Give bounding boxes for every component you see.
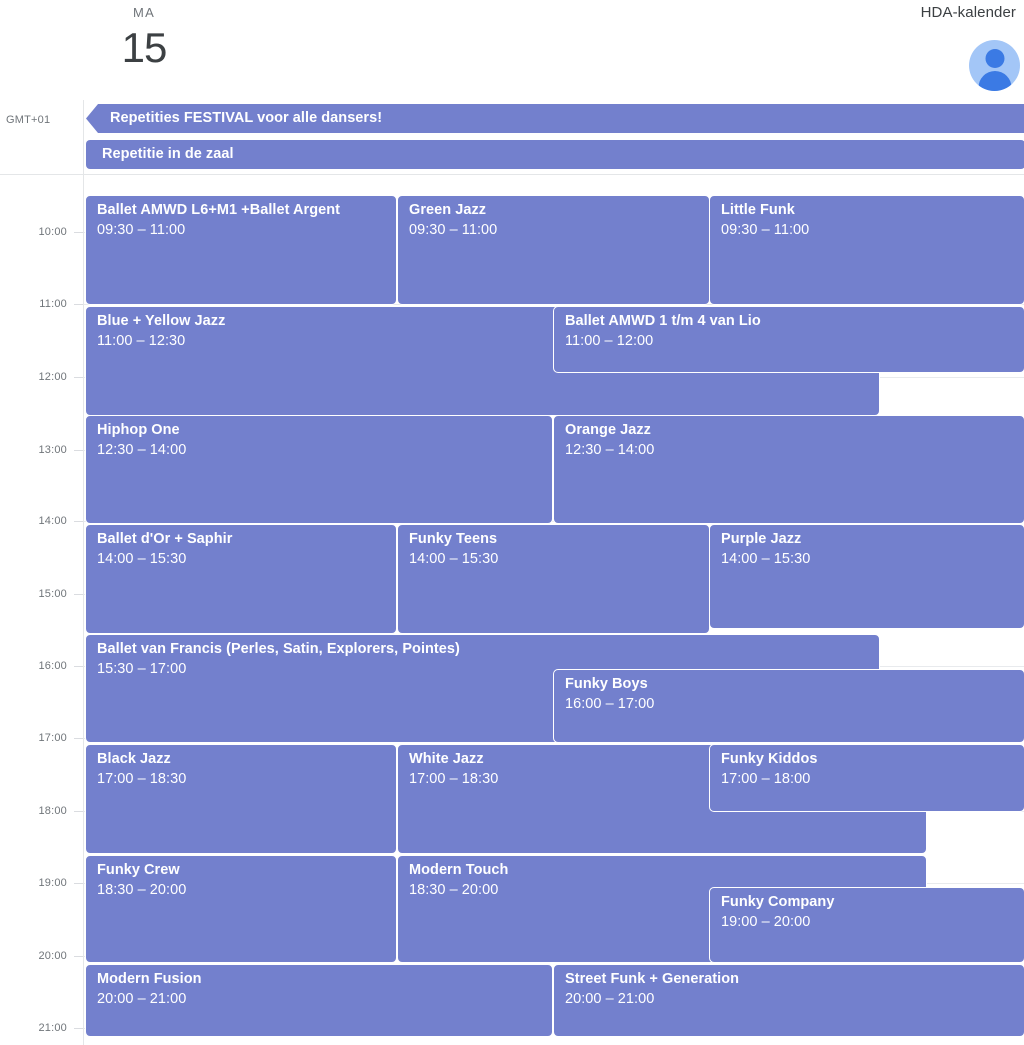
time-tick-mark <box>74 450 83 451</box>
event-time: 12:30 – 14:00 <box>97 442 187 458</box>
calendar-event[interactable]: Funky Kiddos 17:00 – 18:00 <box>709 744 1024 812</box>
calendar-event[interactable]: Funky Company 19:00 – 20:00 <box>709 887 1024 963</box>
time-tick-mark <box>74 883 83 884</box>
time-tick-mark <box>74 377 83 378</box>
event-time: 18:30 – 20:00 <box>97 882 187 898</box>
calendar-event[interactable]: Modern Fusion 20:00 – 21:00 <box>85 964 553 1037</box>
time-tick-label: 18:00 <box>38 805 67 817</box>
day-of-week-label: MA <box>133 5 155 20</box>
event-title: Ballet van Francis (Perles, Satin, Explo… <box>97 641 460 657</box>
event-title: Funky Company <box>721 894 835 910</box>
day-header[interactable]: MA 15 <box>84 0 204 76</box>
event-title: Black Jazz <box>97 751 171 767</box>
time-tick-label: 10:00 <box>38 226 67 238</box>
event-time: 17:00 – 18:00 <box>721 771 811 787</box>
time-tick-mark <box>74 304 83 305</box>
calendar-event[interactable]: Street Funk + Generation 20:00 – 21:00 <box>553 964 1024 1037</box>
event-time: 09:30 – 11:00 <box>721 222 810 238</box>
calendar-event[interactable]: Green Jazz 09:30 – 11:00 <box>397 195 710 305</box>
event-time: 14:00 – 15:30 <box>97 551 187 567</box>
event-time: 17:00 – 18:30 <box>97 771 187 787</box>
calendar-day-view: HDA-kalender MA 15 GMT+01 Repetities FES… <box>0 0 1024 1045</box>
calendar-event[interactable]: Purple Jazz 14:00 – 15:30 <box>709 524 1024 629</box>
event-title: Funky Kiddos <box>721 751 818 767</box>
event-title: Funky Teens <box>409 531 498 547</box>
event-time: 12:30 – 14:00 <box>565 442 655 458</box>
event-title: Green Jazz <box>409 202 487 218</box>
all-day-section: GMT+01 Repetities FESTIVAL voor alle dan… <box>0 100 1024 174</box>
event-time: 16:00 – 17:00 <box>565 696 655 712</box>
time-tick-mark <box>74 666 83 667</box>
event-time: 19:00 – 20:00 <box>721 914 811 930</box>
calendar-event[interactable]: Ballet d'Or + Saphir 14:00 – 15:30 <box>85 524 397 634</box>
time-grid: 10:00 11:00 12:00 13:00 14:00 15:00 16:00 17:00… <box>0 174 1024 1045</box>
calendar-event[interactable]: Black Jazz 17:00 – 18:30 <box>85 744 397 854</box>
calendar-event[interactable]: Orange Jazz 12:30 – 14:00 <box>553 415 1024 524</box>
calendar-event[interactable]: Hiphop One 12:30 – 14:00 <box>85 415 553 524</box>
event-title: Modern Touch <box>409 862 509 878</box>
time-tick-mark <box>74 232 83 233</box>
event-title: Funky Crew <box>97 862 180 878</box>
avatar-body-shape <box>978 71 1011 91</box>
time-tick-label: 16:00 <box>38 660 67 672</box>
time-tick-mark <box>74 738 83 739</box>
all-day-event[interactable]: Repetitie in de zaal <box>86 140 1024 169</box>
event-title: Orange Jazz <box>565 422 651 438</box>
time-tick-label: 21:00 <box>38 1022 67 1034</box>
event-time: 14:00 – 15:30 <box>721 551 811 567</box>
calendar-event[interactable]: Funky Boys 16:00 – 17:00 <box>553 669 1024 743</box>
avatar-head-shape <box>985 49 1004 68</box>
time-tick-label: 13:00 <box>38 444 67 456</box>
day-number-label[interactable]: 15 <box>84 20 204 76</box>
time-tick-label: 20:00 <box>38 950 67 962</box>
event-title: Street Funk + Generation <box>565 971 740 987</box>
time-tick-label: 12:00 <box>38 371 67 383</box>
all-day-event[interactable]: Repetities FESTIVAL voor alle dansers! <box>86 104 1024 133</box>
calendar-event[interactable]: Ballet AMWD L6+M1 +Ballet Argent 09:30 – … <box>85 195 397 305</box>
time-tick-label: 17:00 <box>38 732 67 744</box>
time-tick-label: 15:00 <box>38 588 67 600</box>
event-time: 20:00 – 21:00 <box>97 991 187 1007</box>
calendar-event[interactable]: Funky Teens 14:00 – 15:30 <box>397 524 710 634</box>
event-title: Funky Boys <box>565 676 648 692</box>
timezone-label: GMT+01 <box>6 114 51 126</box>
calendar-name-label: HDA-kalender <box>920 4 1016 21</box>
all-day-events-column: Repetities FESTIVAL voor alle dansers! Re… <box>83 100 1024 174</box>
time-tick-mark <box>74 1028 83 1029</box>
event-title: Ballet d'Or + Saphir <box>97 531 233 547</box>
event-time: 14:00 – 15:30 <box>409 551 499 567</box>
calendar-event[interactable]: Little Funk 09:30 – 11:00 <box>709 195 1024 305</box>
calendar-header: HDA-kalender MA 15 <box>0 0 1024 100</box>
event-title: Modern Fusion <box>97 971 202 987</box>
event-title: Little Funk <box>721 202 795 218</box>
event-time: 09:30 – 11:00 <box>409 222 498 238</box>
event-time: 11:00 – 12:00 <box>565 333 654 349</box>
calendar-event[interactable]: Funky Crew 18:30 – 20:00 <box>85 855 397 963</box>
event-time: 20:00 – 21:00 <box>565 991 655 1007</box>
time-tick-label: 14:00 <box>38 515 67 527</box>
user-avatar-icon[interactable] <box>969 40 1020 91</box>
time-gutter: 10:00 11:00 12:00 13:00 14:00 15:00 16:00 17:00… <box>0 175 83 1045</box>
event-title: Ballet AMWD 1 t/m 4 van Lio <box>565 313 761 329</box>
time-tick-mark <box>74 811 83 812</box>
day-events-column[interactable]: Ballet AMWD L6+M1 +Ballet Argent 09:30 – … <box>83 175 1024 1045</box>
time-tick-mark <box>74 956 83 957</box>
event-title: Ballet AMWD L6+M1 +Ballet Argent <box>97 202 341 218</box>
event-title: Purple Jazz <box>721 531 802 547</box>
time-tick-mark <box>74 521 83 522</box>
event-time: 09:30 – 11:00 <box>97 222 186 238</box>
time-tick-label: 19:00 <box>38 877 67 889</box>
time-tick-mark <box>74 594 83 595</box>
calendar-event[interactable]: Ballet AMWD 1 t/m 4 van Lio 11:00 – 12:00 <box>553 306 1024 373</box>
time-tick-label: 11:00 <box>39 298 67 310</box>
event-title: Hiphop One <box>97 422 180 438</box>
